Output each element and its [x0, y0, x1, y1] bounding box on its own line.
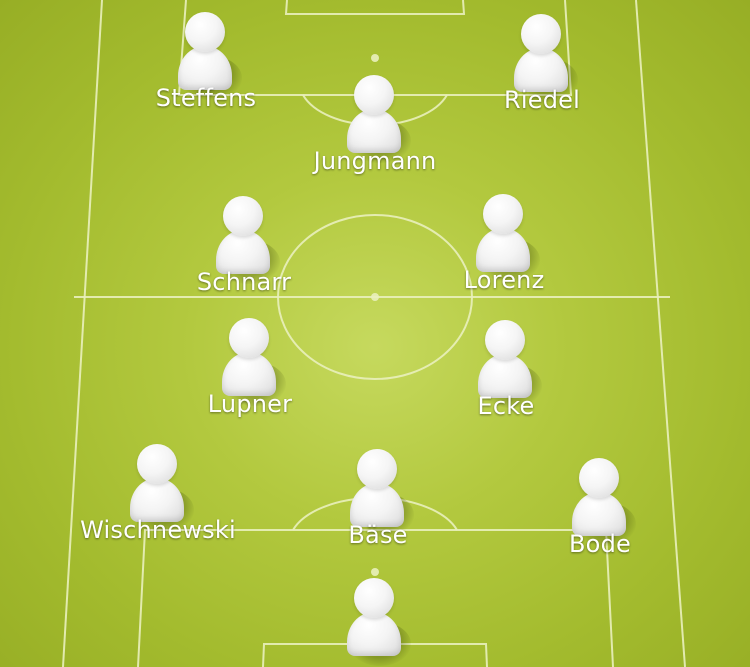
- person-icon: [570, 458, 636, 546]
- top-penalty-spot: [371, 54, 379, 62]
- player-name: Bäse: [348, 521, 408, 549]
- person-icon: [214, 196, 280, 284]
- person-icon: [345, 75, 411, 163]
- player-name: Schnarr: [196, 268, 292, 296]
- right-touchline: [635, 0, 686, 667]
- person-icon: [176, 12, 242, 100]
- person-icon: [345, 578, 411, 666]
- person-icon: [348, 449, 414, 537]
- player-name: Wischnewski: [80, 516, 236, 544]
- centre-spot: [371, 293, 379, 301]
- person-icon: [128, 444, 194, 532]
- person-icon: [474, 194, 540, 282]
- football-pitch: Steffens Riedel Jungmann Schnarr Lorenz …: [0, 0, 750, 667]
- player-name: Lupner: [207, 390, 293, 418]
- person-icon: [220, 318, 286, 406]
- player-name: Lorenz: [463, 266, 545, 294]
- top-goal-box: [284, 0, 466, 15]
- player-name: Bode: [569, 530, 631, 558]
- bottom-penalty-spot: [371, 568, 379, 576]
- person-icon: [512, 14, 578, 102]
- left-touchline: [62, 0, 103, 667]
- player-name: Steffens: [155, 84, 257, 112]
- player-name: Riedel: [504, 86, 580, 114]
- person-icon: [476, 320, 542, 408]
- player-name: Ecke: [477, 392, 535, 420]
- player-name: Jungmann: [313, 147, 437, 175]
